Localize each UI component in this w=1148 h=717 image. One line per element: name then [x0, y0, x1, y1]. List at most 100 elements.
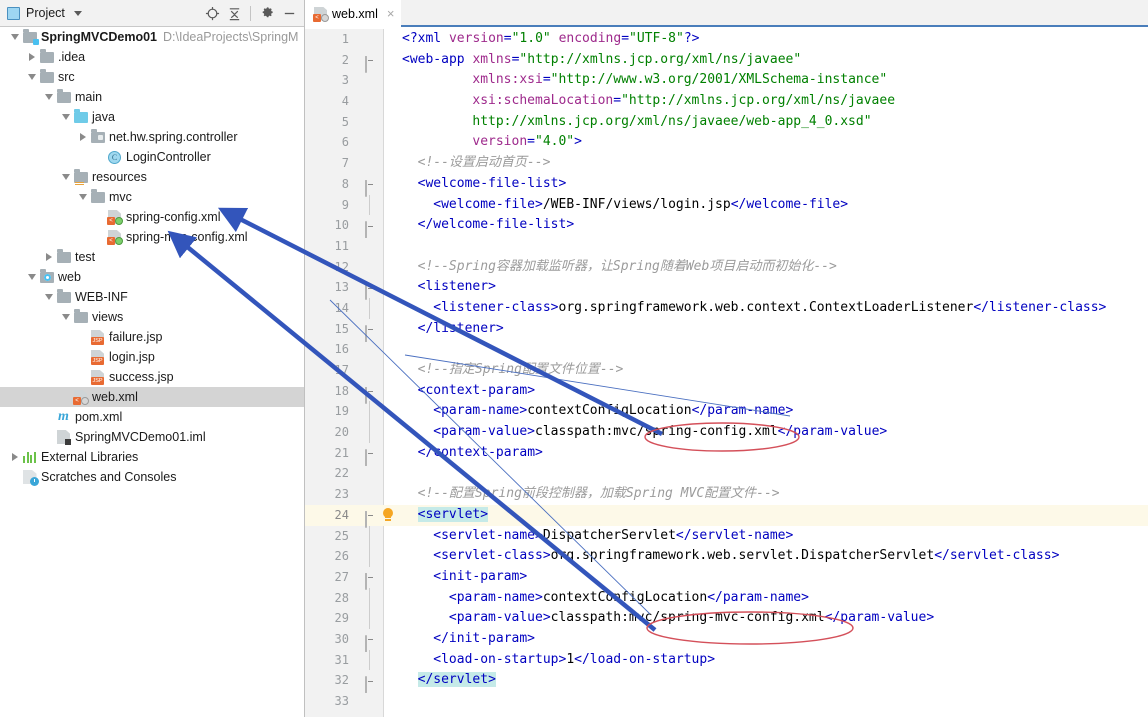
tree-row[interactable]: Scratches and Consoles	[0, 467, 304, 487]
collapse-arrow-icon[interactable]	[61, 114, 70, 120]
tree-toggle[interactable]	[59, 107, 72, 127]
collapse-arrow-icon[interactable]	[44, 94, 53, 100]
code-lines[interactable]: 1 <?xml version="1.0" encoding="UTF-8"?> 2…	[305, 29, 1148, 717]
tree-toggle[interactable]	[42, 87, 55, 107]
code-line[interactable]: 16	[305, 339, 1148, 360]
fold-marker-icon[interactable]	[365, 572, 376, 590]
collapse-arrow-icon[interactable]	[61, 314, 70, 320]
code-line[interactable]: 28 <param-name>contextConfigLocation</par…	[305, 587, 1148, 609]
code-line[interactable]: 22	[305, 463, 1148, 484]
code-line[interactable]: 17 <!--指定Spring配置文件位置-->	[305, 360, 1148, 381]
tree-toggle[interactable]	[76, 367, 89, 387]
tree-toggle[interactable]	[76, 327, 89, 347]
tree-toggle[interactable]	[8, 467, 21, 487]
tree-toggle[interactable]	[25, 67, 38, 87]
collapse-arrow-icon[interactable]	[78, 194, 87, 200]
tree-row[interactable]: < web.xml	[0, 387, 304, 407]
code-line[interactable]: 6 version="4.0">	[305, 132, 1148, 153]
collapse-arrow-icon[interactable]	[10, 34, 19, 40]
code-line[interactable]: 1 <?xml version="1.0" encoding="UTF-8"?>	[305, 29, 1148, 50]
tree-row[interactable]: SpringMVCDemo01.iml	[0, 427, 304, 447]
tree-row[interactable]: resources	[0, 167, 304, 187]
code-editor[interactable]: 1 <?xml version="1.0" encoding="UTF-8"?> 2…	[305, 29, 1148, 717]
fold-marker-icon[interactable]	[365, 324, 376, 342]
expand-arrow-icon[interactable]	[45, 253, 52, 261]
tree-toggle[interactable]	[25, 47, 38, 67]
tree-toggle[interactable]	[76, 187, 89, 207]
tree-row[interactable]: main	[0, 87, 304, 107]
editor-tab-web-xml[interactable]: < web.xml ×	[305, 0, 402, 27]
tree-toggle[interactable]	[93, 227, 106, 247]
code-line[interactable]: 33	[305, 691, 1148, 712]
collapse-arrow-icon[interactable]	[27, 74, 36, 80]
fold-marker-icon[interactable]	[365, 386, 376, 404]
expand-arrow-icon[interactable]	[79, 133, 86, 141]
tree-row[interactable]: JSP success.jsp	[0, 367, 304, 387]
tree-row[interactable]: < spring-mvc-config.xml	[0, 227, 304, 247]
code-line[interactable]: 18 <context-param>	[305, 381, 1148, 404]
tree-toggle[interactable]	[42, 287, 55, 307]
code-line[interactable]: 3 xmlns:xsi="http://www.w3.org/2001/XMLSc…	[305, 70, 1148, 91]
tree-row[interactable]: net.hw.spring.controller	[0, 127, 304, 147]
tree-toggle[interactable]	[76, 127, 89, 147]
code-line[interactable]: 25 <servlet-name>DispatcherServlet</servl…	[305, 525, 1148, 547]
tree-row[interactable]: java	[0, 107, 304, 127]
tree-row[interactable]: SpringMVCDemo01 D:\IdeaProjects\SpringM	[0, 27, 304, 47]
tree-row[interactable]: JSP login.jsp	[0, 347, 304, 367]
code-line[interactable]: 12 <!--Spring容器加载监听器，让Spring随着Web项目启动而初始化…	[305, 257, 1148, 278]
collapse-arrow-icon[interactable]	[27, 274, 36, 280]
code-line[interactable]: 30 </init-param>	[305, 629, 1148, 652]
code-line[interactable]: 14 <listener-class>org.springframework.we…	[305, 297, 1148, 319]
code-line[interactable]: 9 <welcome-file>/WEB-INF/views/login.jsp<…	[305, 194, 1148, 216]
intention-bulb-icon[interactable]	[382, 507, 394, 521]
tree-toggle[interactable]	[42, 427, 55, 447]
tree-row[interactable]: JSP failure.jsp	[0, 327, 304, 347]
code-line[interactable]: 13 <listener>	[305, 277, 1148, 301]
code-line[interactable]: 23 <!--配置Spring前段控制器，加载Spring MVC配置文件-->	[305, 484, 1148, 505]
tree-row[interactable]: views	[0, 307, 304, 327]
code-line[interactable]: 24 <servlet>	[305, 504, 1148, 528]
tree-row[interactable]: WEB-INF	[0, 287, 304, 307]
fold-marker-icon[interactable]	[365, 179, 376, 197]
project-tree[interactable]: SpringMVCDemo01 D:\IdeaProjects\SpringM .i…	[0, 27, 304, 717]
tree-row[interactable]: C LoginController	[0, 147, 304, 167]
fold-marker-icon[interactable]	[365, 448, 376, 466]
tree-toggle[interactable]	[59, 387, 72, 407]
tree-row[interactable]: .idea	[0, 47, 304, 67]
tree-toggle[interactable]	[59, 167, 72, 187]
code-line[interactable]: 8 <welcome-file-list>	[305, 174, 1148, 197]
tree-row[interactable]: mvc	[0, 187, 304, 207]
code-line[interactable]: 2 <web-app xmlns="http://xmlns.jcp.org/xm…	[305, 50, 1148, 73]
tree-toggle[interactable]	[93, 147, 106, 167]
collapse-all-icon[interactable]	[223, 2, 245, 24]
fold-marker-icon[interactable]	[365, 220, 376, 239]
chevron-down-icon[interactable]	[73, 10, 82, 16]
code-line[interactable]: 21 </context-param>	[305, 443, 1148, 466]
code-line[interactable]: 15 </listener>	[305, 319, 1148, 342]
fold-marker-icon[interactable]	[365, 55, 376, 73]
locate-icon[interactable]	[201, 2, 223, 24]
tree-toggle[interactable]	[59, 307, 72, 327]
tree-toggle[interactable]	[25, 267, 38, 287]
code-line[interactable]: 29 <param-value>classpath:mvc/spring-mvc-…	[305, 608, 1148, 629]
code-line[interactable]: 10 </welcome-file-list>	[305, 215, 1148, 239]
code-line[interactable]: 32 </servlet>	[305, 670, 1148, 694]
tree-row[interactable]: src	[0, 67, 304, 87]
code-line[interactable]: 27 <init-param>	[305, 567, 1148, 590]
code-line[interactable]: 5 http://xmlns.jcp.org/xml/ns/javaee/web-…	[305, 112, 1148, 133]
collapse-arrow-icon[interactable]	[61, 174, 70, 180]
tree-toggle[interactable]	[42, 247, 55, 267]
project-tool-title[interactable]: Project	[7, 6, 82, 20]
code-line[interactable]: 20 <param-value>classpath:mvc/spring-conf…	[305, 422, 1148, 443]
tree-row[interactable]: < spring-config.xml	[0, 207, 304, 227]
tree-row[interactable]: m pom.xml	[0, 407, 304, 427]
expand-arrow-icon[interactable]	[11, 453, 18, 461]
gear-icon[interactable]	[256, 2, 278, 24]
tree-toggle[interactable]	[76, 347, 89, 367]
expand-arrow-icon[interactable]	[28, 53, 35, 61]
tree-row[interactable]: web	[0, 267, 304, 287]
fold-marker-icon[interactable]	[365, 282, 376, 301]
code-line[interactable]: 7 <!--设置启动首页-->	[305, 153, 1148, 174]
tree-toggle[interactable]	[8, 447, 21, 467]
tree-row[interactable]: test	[0, 247, 304, 267]
